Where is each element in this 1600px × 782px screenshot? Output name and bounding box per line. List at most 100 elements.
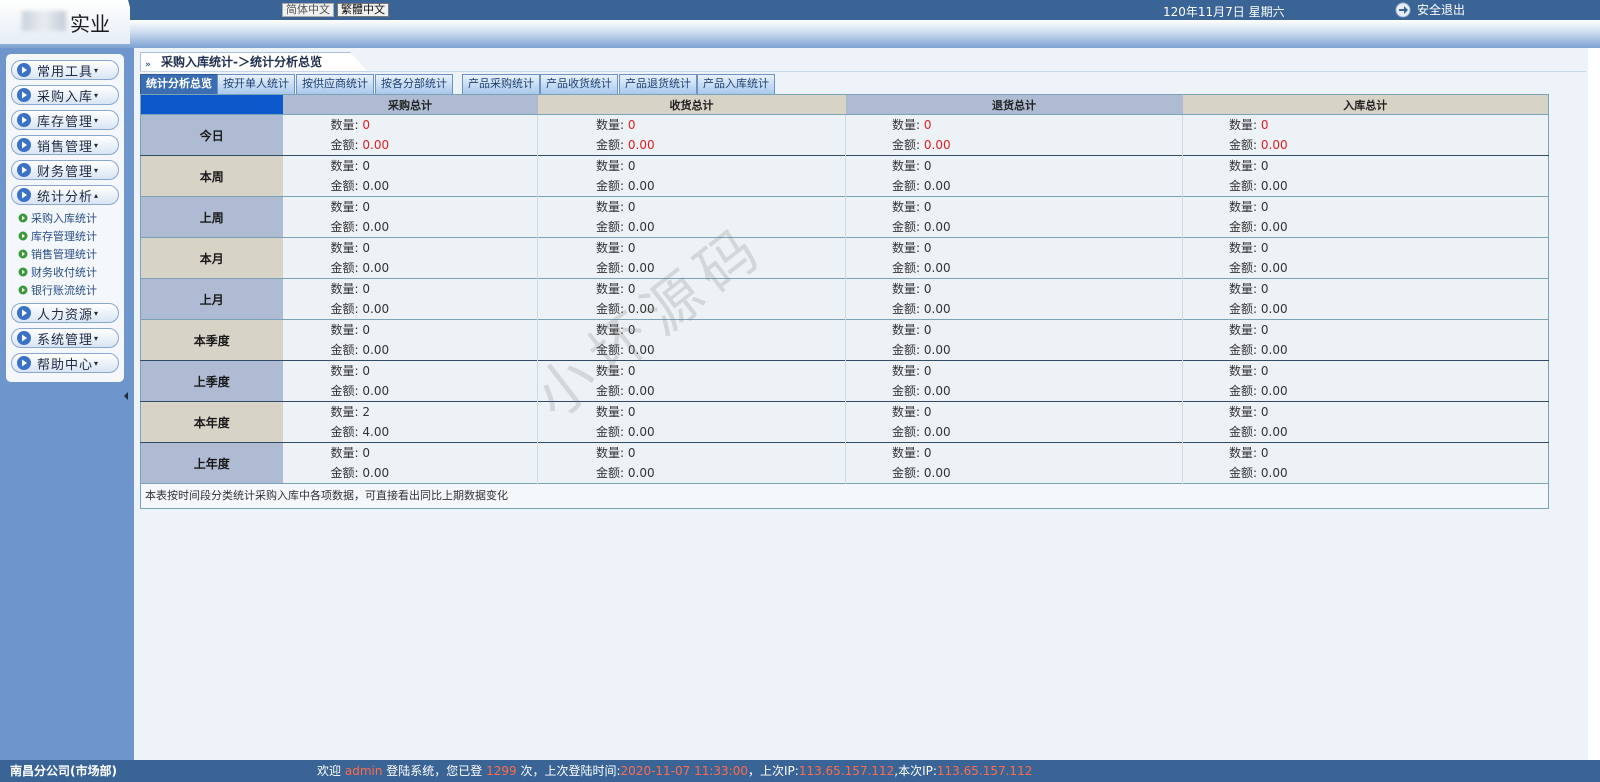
logout-button[interactable]: 安全退出 — [1395, 1, 1465, 18]
play-dot-icon — [18, 231, 28, 241]
menu-purchase-inbound[interactable]: 采购入库 ▾ — [11, 85, 119, 105]
quantity-label: 数量: — [892, 200, 921, 214]
sidebar-item-sales-stats[interactable]: 销售管理统计 — [18, 246, 97, 262]
menu-hr[interactable]: 人力资源 ▾ — [11, 303, 119, 323]
amount-value: 4.00 — [362, 425, 390, 439]
amount-line: 金额: 0.00 — [283, 381, 538, 401]
traditional-chinese-button[interactable]: 繁體中文 — [337, 3, 389, 17]
amount-value: 0.00 — [1260, 220, 1288, 234]
quantity-value: 0 — [627, 364, 636, 378]
quantity-label: 数量: — [330, 118, 359, 132]
amount-label: 金额: — [1229, 302, 1258, 316]
quantity-line: 数量: 0 — [846, 197, 1182, 217]
quantity-value: 0 — [627, 282, 636, 296]
quantity-label: 数量: — [892, 364, 921, 378]
menu-help[interactable]: 帮助中心 ▾ — [11, 353, 119, 373]
menu-common-tools[interactable]: 常用工具 ▾ — [11, 60, 119, 80]
menu-label: 统计分析 — [37, 189, 94, 205]
amount-label: 金额: — [596, 220, 625, 234]
tab-product-inbound[interactable]: 产品入库统计 — [697, 74, 775, 94]
amount-value: 0.00 — [362, 384, 390, 398]
menu-system[interactable]: 系统管理 ▾ — [11, 328, 119, 348]
quantity-value: 0 — [1260, 364, 1269, 378]
quantity-label: 数量: — [892, 159, 921, 173]
collapse-sidebar-icon[interactable] — [121, 388, 131, 404]
amount-line: 金额: 0.00 — [538, 135, 845, 155]
tab-product-receipt[interactable]: 产品收货统计 — [540, 74, 618, 94]
quantity-line: 数量: 0 — [538, 197, 845, 217]
simplified-chinese-button[interactable]: 简体中文 — [282, 3, 334, 17]
amount-value: 0.00 — [627, 220, 655, 234]
tab-by-branch[interactable]: 按各分部统计 — [375, 74, 453, 94]
footer-login-text: 登陆系统，您已登 — [386, 764, 483, 778]
table-header-corner — [140, 94, 283, 115]
amount-value: 0.00 — [1260, 343, 1288, 357]
quantity-value: 0 — [923, 405, 932, 419]
menu-label: 库存管理 — [37, 114, 94, 130]
play-dot-icon — [18, 249, 28, 259]
table-row: 本季度 数量: 0 金额: 0.00 数量: 0 金额: 0.00 数量: 0 金额: 0.… — [140, 319, 1549, 361]
amount-value: 0.00 — [923, 179, 951, 193]
sidebar-item-bank-stats[interactable]: 银行账流统计 — [18, 282, 97, 298]
quantity-line: 数量: 0 — [283, 238, 538, 258]
tab-product-purchase[interactable]: 产品采购统计 — [462, 74, 540, 94]
menu-finance[interactable]: 财务管理 ▾ — [11, 160, 119, 180]
quantity-line: 数量: 0 — [1183, 402, 1548, 422]
footer-this-ip: 113.65.157.112 — [936, 764, 1033, 778]
menu-label: 常用工具 — [37, 64, 94, 80]
table-cell: 数量: 0 金额: 0.00 — [282, 278, 538, 320]
amount-label: 金额: — [330, 179, 359, 193]
amount-value: 0.00 — [627, 179, 655, 193]
quantity-line: 数量: 0 — [846, 156, 1182, 176]
amount-label: 金额: — [596, 261, 625, 275]
quantity-label: 数量: — [892, 118, 921, 132]
amount-label: 金额: — [596, 466, 625, 480]
table-row: 上月 数量: 0 金额: 0.00 数量: 0 金额: 0.00 数量: 0 金额: 0.0… — [140, 278, 1549, 320]
scroll-gutter — [1588, 48, 1600, 760]
quantity-value: 0 — [362, 364, 371, 378]
menu-statistics[interactable]: 统计分析 ▴ — [11, 185, 119, 205]
amount-label: 金额: — [330, 261, 359, 275]
sidebar-item-label: 销售管理统计 — [31, 248, 97, 261]
row-label: 上季度 — [140, 360, 283, 402]
sidebar-item-inventory-stats[interactable]: 库存管理统计 — [18, 228, 97, 244]
quantity-line: 数量: 0 — [846, 238, 1182, 258]
quantity-line: 数量: 0 — [1183, 115, 1548, 135]
tab-overview[interactable]: 统计分析总览 — [140, 74, 218, 94]
quantity-value: 0 — [1260, 159, 1269, 173]
quantity-label: 数量: — [892, 446, 921, 460]
play-circle-icon — [17, 331, 31, 345]
quantity-label: 数量: — [596, 446, 625, 460]
tab-by-creator[interactable]: 按开单人统计 — [217, 74, 295, 94]
quantity-line: 数量: 0 — [283, 115, 538, 135]
quantity-value: 0 — [1260, 405, 1269, 419]
quantity-value: 0 — [923, 159, 932, 173]
quantity-value: 0 — [627, 405, 636, 419]
amount-line: 金额: 0.00 — [283, 135, 538, 155]
footer-org: 南昌分公司(市场部) — [10, 764, 117, 778]
table-cell: 数量: 0 金额: 0.00 — [1182, 237, 1549, 279]
amount-value: 0.00 — [923, 138, 951, 152]
amount-line: 金额: 0.00 — [538, 463, 845, 483]
quantity-line: 数量: 0 — [846, 361, 1182, 381]
amount-value: 0.00 — [627, 343, 655, 357]
amount-value: 0.00 — [923, 466, 951, 480]
quantity-label: 数量: — [330, 200, 359, 214]
table-cell: 数量: 0 金额: 0.00 — [845, 278, 1183, 320]
amount-line: 金额: 0.00 — [283, 258, 538, 278]
quantity-label: 数量: — [596, 118, 625, 132]
menu-inventory[interactable]: 库存管理 ▾ — [11, 110, 119, 130]
quantity-line: 数量: 0 — [538, 320, 845, 340]
sidebar-item-purchase-stats[interactable]: 采购入库统计 — [18, 210, 97, 226]
menu-sales[interactable]: 销售管理 ▾ — [11, 135, 119, 155]
amount-label: 金额: — [892, 302, 921, 316]
tab-product-return[interactable]: 产品退货统计 — [619, 74, 697, 94]
sidebar-item-finance-stats[interactable]: 财务收付统计 — [18, 264, 97, 280]
quantity-label: 数量: — [330, 405, 359, 419]
tab-by-supplier[interactable]: 按供应商统计 — [296, 74, 374, 94]
table-row: 本月 数量: 0 金额: 0.00 数量: 0 金额: 0.00 数量: 0 金额: 0.0… — [140, 237, 1549, 279]
table-cell: 数量: 0 金额: 0.00 — [1182, 114, 1549, 156]
column-header: 入库总计 — [1182, 94, 1549, 115]
quantity-label: 数量: — [892, 241, 921, 255]
table-row: 本周 数量: 0 金额: 0.00 数量: 0 金额: 0.00 数量: 0 金额: 0.0… — [140, 155, 1549, 197]
